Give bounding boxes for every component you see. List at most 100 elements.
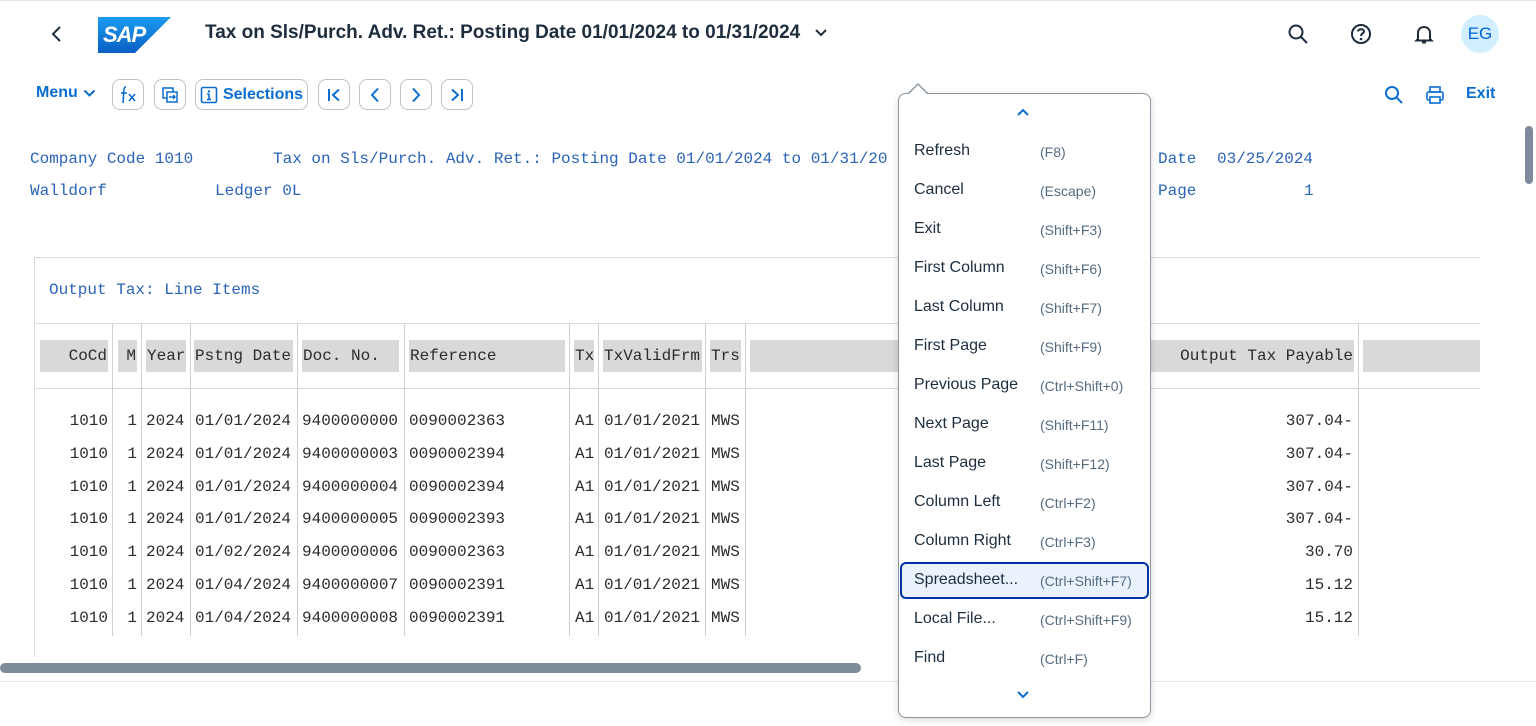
menu-item-first-column[interactable]: First Column (Shift+F6) — [900, 250, 1149, 287]
table-cell-tx[interactable]: A1 — [575, 471, 597, 504]
table-cell-m[interactable]: 1 — [118, 405, 137, 438]
table-cell-cocd[interactable]: 1010 — [40, 405, 108, 438]
table-cell-trs[interactable]: MWS — [711, 438, 743, 471]
column-header-txvalidfrm[interactable]: TxValidFrm — [603, 340, 702, 372]
table-cell-trs[interactable]: MWS — [711, 602, 743, 635]
column-header-doc-no[interactable]: Doc. No. — [302, 340, 399, 372]
table-cell-amount[interactable]: 30.70 — [1151, 536, 1353, 569]
table-cell-m[interactable]: 1 — [118, 471, 137, 504]
table-cell-m[interactable]: 1 — [118, 503, 137, 536]
column-header-reference[interactable]: Reference — [409, 340, 565, 372]
table-cell-ref[interactable]: 0090002363 — [409, 405, 565, 438]
table-cell-doc[interactable]: 9400000006 — [302, 536, 402, 569]
table-cell-valid[interactable]: 01/01/2021 — [604, 471, 704, 504]
menu-item-cancel[interactable]: Cancel (Escape) — [900, 172, 1149, 209]
column-header-m[interactable]: M — [118, 340, 137, 372]
table-cell-year[interactable]: 2024 — [146, 569, 188, 602]
avatar[interactable]: EG — [1461, 15, 1499, 53]
table-cell-year[interactable]: 2024 — [146, 471, 188, 504]
menu-item-column-left[interactable]: Column Left (Ctrl+F2) — [900, 484, 1149, 521]
table-cell-cocd[interactable]: 1010 — [40, 569, 108, 602]
table-cell-amount[interactable]: 307.04- — [1151, 405, 1353, 438]
table-cell-m[interactable]: 1 — [118, 438, 137, 471]
menu-item-find[interactable]: Find (Ctrl+F) — [900, 640, 1149, 677]
table-cell-amount[interactable]: 15.12 — [1151, 602, 1353, 635]
table-cell-trs[interactable]: MWS — [711, 569, 743, 602]
table-cell-amount[interactable]: 15.12 — [1151, 569, 1353, 602]
table-cell-date[interactable]: 01/01/2024 — [195, 471, 295, 504]
table-cell-doc[interactable]: 9400000007 — [302, 569, 402, 602]
calculate-button[interactable] — [112, 79, 144, 110]
table-cell-date[interactable]: 01/01/2024 — [195, 503, 295, 536]
subtotal-button[interactable] — [154, 79, 186, 110]
menu-item-previous-page[interactable]: Previous Page (Ctrl+Shift+0) — [900, 367, 1149, 404]
help-button[interactable] — [1346, 19, 1376, 49]
menu-item-first-page[interactable]: First Page (Shift+F9) — [900, 328, 1149, 365]
first-page-button[interactable] — [318, 79, 350, 110]
exit-button[interactable]: Exit — [1466, 85, 1495, 103]
table-cell-trs[interactable]: MWS — [711, 536, 743, 569]
notifications-button[interactable] — [1409, 19, 1439, 49]
table-cell-cocd[interactable]: 1010 — [40, 471, 108, 504]
table-cell-cocd[interactable]: 1010 — [40, 438, 108, 471]
column-header-blank[interactable] — [1363, 340, 1480, 372]
menu-item-spreadsheet[interactable]: Spreadsheet... (Ctrl+Shift+F7) — [900, 562, 1149, 599]
table-cell-year[interactable]: 2024 — [146, 405, 188, 438]
selections-button[interactable]: Selections — [195, 79, 308, 110]
table-cell-amount[interactable]: 307.04- — [1151, 438, 1353, 471]
last-page-button[interactable] — [441, 79, 473, 110]
table-cell-cocd[interactable]: 1010 — [40, 503, 108, 536]
table-cell-tx[interactable]: A1 — [575, 503, 597, 536]
menu-item-refresh[interactable]: Refresh (F8) — [900, 133, 1149, 170]
table-cell-valid[interactable]: 01/01/2021 — [604, 536, 704, 569]
table-cell-cocd[interactable]: 1010 — [40, 536, 108, 569]
table-cell-year[interactable]: 2024 — [146, 503, 188, 536]
horizontal-scrollbar[interactable] — [0, 663, 861, 673]
back-button[interactable] — [44, 21, 70, 47]
table-cell-ref[interactable]: 0090002391 — [409, 602, 565, 635]
table-cell-ref[interactable]: 0090002363 — [409, 536, 565, 569]
table-cell-m[interactable]: 1 — [118, 602, 137, 635]
table-cell-tx[interactable]: A1 — [575, 405, 597, 438]
table-cell-year[interactable]: 2024 — [146, 602, 188, 635]
table-cell-doc[interactable]: 9400000004 — [302, 471, 402, 504]
table-cell-date[interactable]: 01/04/2024 — [195, 602, 295, 635]
table-cell-valid[interactable]: 01/01/2021 — [604, 438, 704, 471]
table-cell-ref[interactable]: 0090002393 — [409, 503, 565, 536]
table-cell-doc[interactable]: 9400000005 — [302, 503, 402, 536]
menu-item-column-right[interactable]: Column Right (Ctrl+F3) — [900, 523, 1149, 560]
next-page-button[interactable] — [400, 79, 432, 110]
column-header-blank[interactable] — [750, 340, 900, 372]
table-cell-valid[interactable]: 01/01/2021 — [604, 602, 704, 635]
table-cell-trs[interactable]: MWS — [711, 503, 743, 536]
column-header-year[interactable]: Year — [146, 340, 186, 372]
page-title-button[interactable]: Tax on Sls/Purch. Adv. Ret.: Posting Dat… — [205, 22, 828, 44]
column-header-tx[interactable]: Tx — [574, 340, 594, 372]
find-button[interactable] — [1381, 82, 1407, 108]
column-header-trs[interactable]: Trs — [710, 340, 741, 372]
table-cell-date[interactable]: 01/01/2024 — [195, 438, 295, 471]
scroll-up-button[interactable] — [1012, 103, 1034, 121]
vertical-scrollbar[interactable] — [1525, 126, 1533, 184]
table-cell-date[interactable]: 01/01/2024 — [195, 405, 295, 438]
table-cell-tx[interactable]: A1 — [575, 569, 597, 602]
column-header-output-tax-payable[interactable]: Output Tax Payable — [1151, 340, 1354, 372]
table-cell-tx[interactable]: A1 — [575, 602, 597, 635]
search-button[interactable] — [1283, 19, 1313, 49]
previous-page-button[interactable] — [359, 79, 391, 110]
table-cell-date[interactable]: 01/04/2024 — [195, 569, 295, 602]
menu-item-last-page[interactable]: Last Page (Shift+F12) — [900, 445, 1149, 482]
table-cell-ref[interactable]: 0090002391 — [409, 569, 565, 602]
menu-item-local-file[interactable]: Local File... (Ctrl+Shift+F9) — [900, 601, 1149, 638]
table-cell-tx[interactable]: A1 — [575, 536, 597, 569]
sap-logo[interactable]: SAP — [98, 17, 171, 53]
table-cell-ref[interactable]: 0090002394 — [409, 438, 565, 471]
table-cell-tx[interactable]: A1 — [575, 438, 597, 471]
menu-item-last-column[interactable]: Last Column (Shift+F7) — [900, 289, 1149, 326]
table-cell-trs[interactable]: MWS — [711, 471, 743, 504]
scroll-down-button[interactable] — [1012, 686, 1034, 704]
table-cell-valid[interactable]: 01/01/2021 — [604, 569, 704, 602]
table-cell-m[interactable]: 1 — [118, 569, 137, 602]
column-header-cocd[interactable]: CoCd — [40, 340, 108, 372]
table-cell-doc[interactable]: 9400000003 — [302, 438, 402, 471]
